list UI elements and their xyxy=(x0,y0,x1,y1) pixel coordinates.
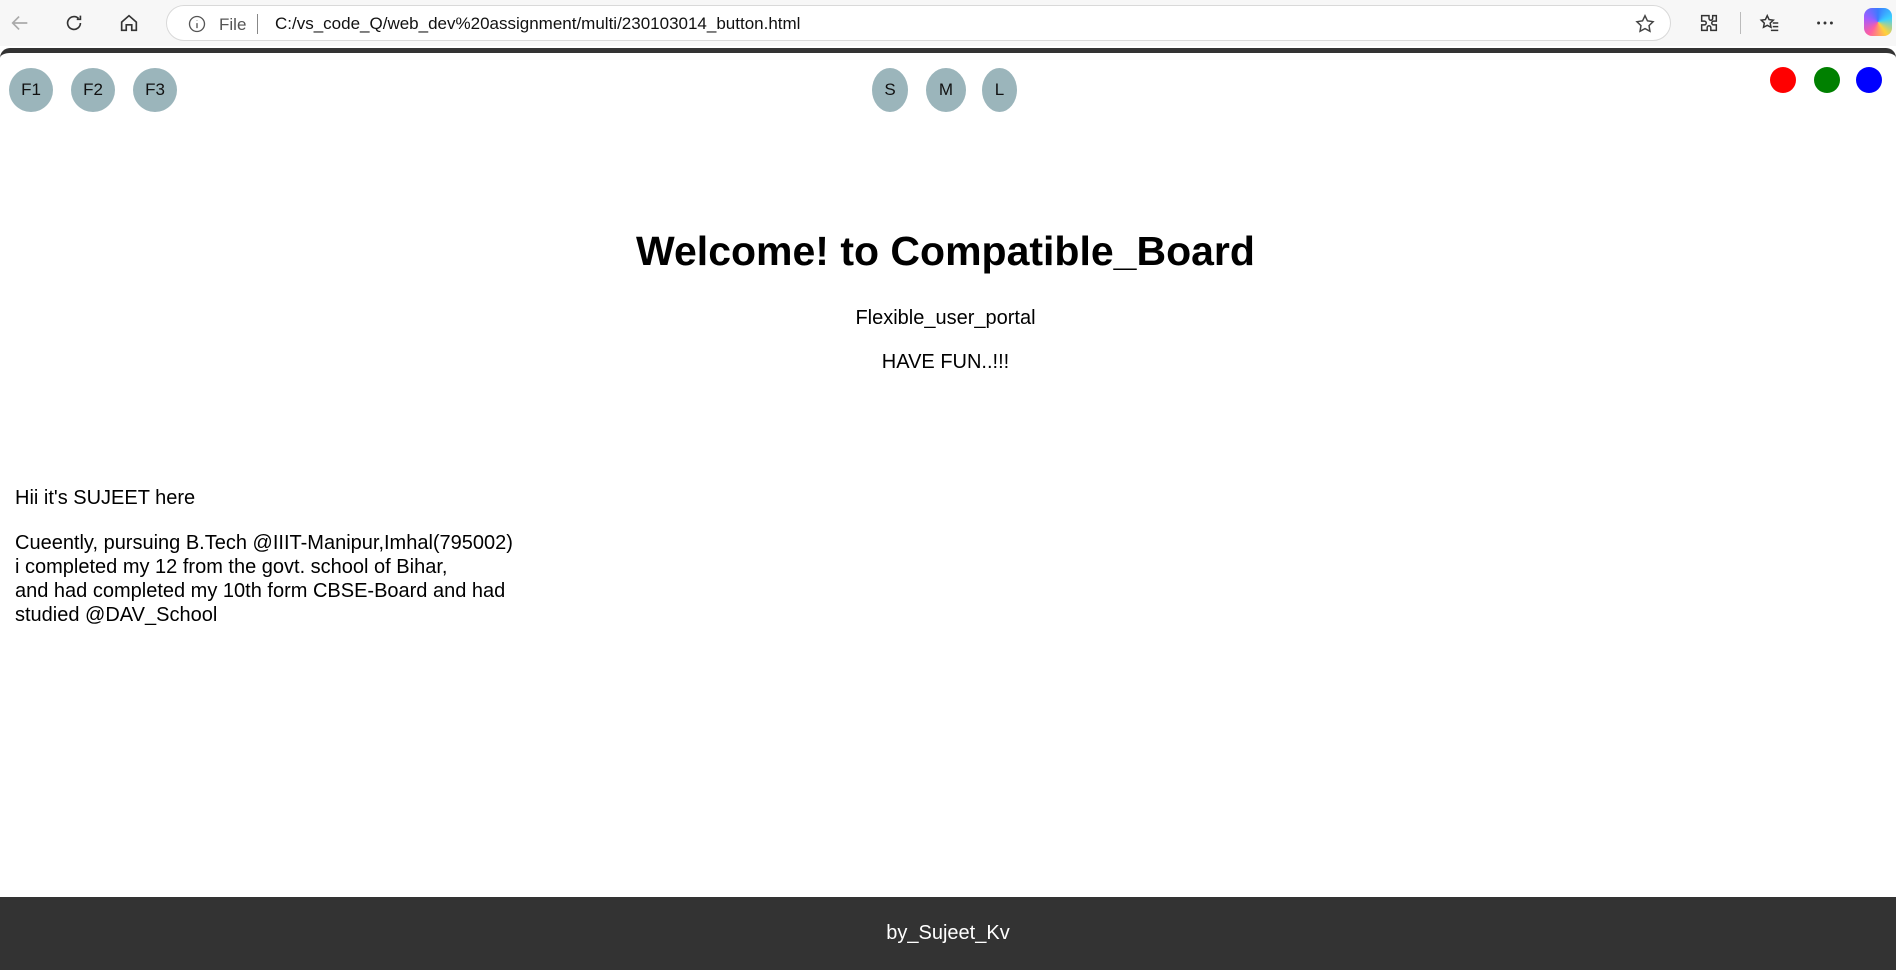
page-subtitle: Flexible_user_portal xyxy=(855,307,1036,329)
info-icon[interactable] xyxy=(187,14,207,34)
font-button-f2[interactable]: F2 xyxy=(71,68,115,112)
bio-paragraph: Cueently, pursuing B.Tech @IIIT-Manipur,… xyxy=(15,531,513,627)
extensions-icon[interactable] xyxy=(1693,7,1725,39)
refresh-icon[interactable] xyxy=(58,7,90,39)
footer-text: by_Sujeet_Kv xyxy=(886,922,1010,944)
bio-line: i completed my 12 from the govt. school … xyxy=(15,556,448,578)
bio-line: Cueently, pursuing B.Tech @IIIT-Manipur,… xyxy=(15,532,513,554)
favorite-star-icon[interactable] xyxy=(1634,13,1656,35)
address-bar[interactable]: File C:/vs_code_Q/web_dev%20assignment/m… xyxy=(166,5,1671,41)
size-button-medium[interactable]: M xyxy=(926,68,966,112)
font-button-f3[interactable]: F3 xyxy=(133,68,177,112)
size-button-small[interactable]: S xyxy=(872,68,908,112)
footer: by_Sujeet_Kv xyxy=(0,897,1896,970)
more-options-icon[interactable] xyxy=(1809,7,1841,39)
url-scheme-label: File xyxy=(219,15,247,34)
page-frame-border xyxy=(0,48,1896,58)
bio-line: studied @DAV_School xyxy=(15,604,218,626)
bio-line: and had completed my 10th form CBSE-Boar… xyxy=(15,580,506,602)
size-button-large[interactable]: L xyxy=(982,68,1017,112)
page-title: Welcome! to Compatible_Board xyxy=(636,228,1255,274)
copilot-icon[interactable] xyxy=(1864,8,1892,36)
toolbar-divider xyxy=(1740,12,1741,34)
color-dot-green[interactable] xyxy=(1814,67,1840,93)
tagline: HAVE FUN..!!! xyxy=(881,351,1010,373)
font-button-f1[interactable]: F1 xyxy=(9,68,53,112)
back-icon[interactable] xyxy=(4,7,36,39)
favorites-icon[interactable] xyxy=(1754,7,1786,39)
color-dot-blue[interactable] xyxy=(1856,67,1882,93)
browser-toolbar: File C:/vs_code_Q/web_dev%20assignment/m… xyxy=(0,0,1896,46)
home-icon[interactable] xyxy=(113,7,145,39)
color-dot-red[interactable] xyxy=(1770,67,1796,93)
address-divider xyxy=(257,14,258,34)
intro-text: Hii it's SUJEET here xyxy=(15,487,196,509)
url-text[interactable]: C:/vs_code_Q/web_dev%20assignment/multi/… xyxy=(275,14,800,34)
